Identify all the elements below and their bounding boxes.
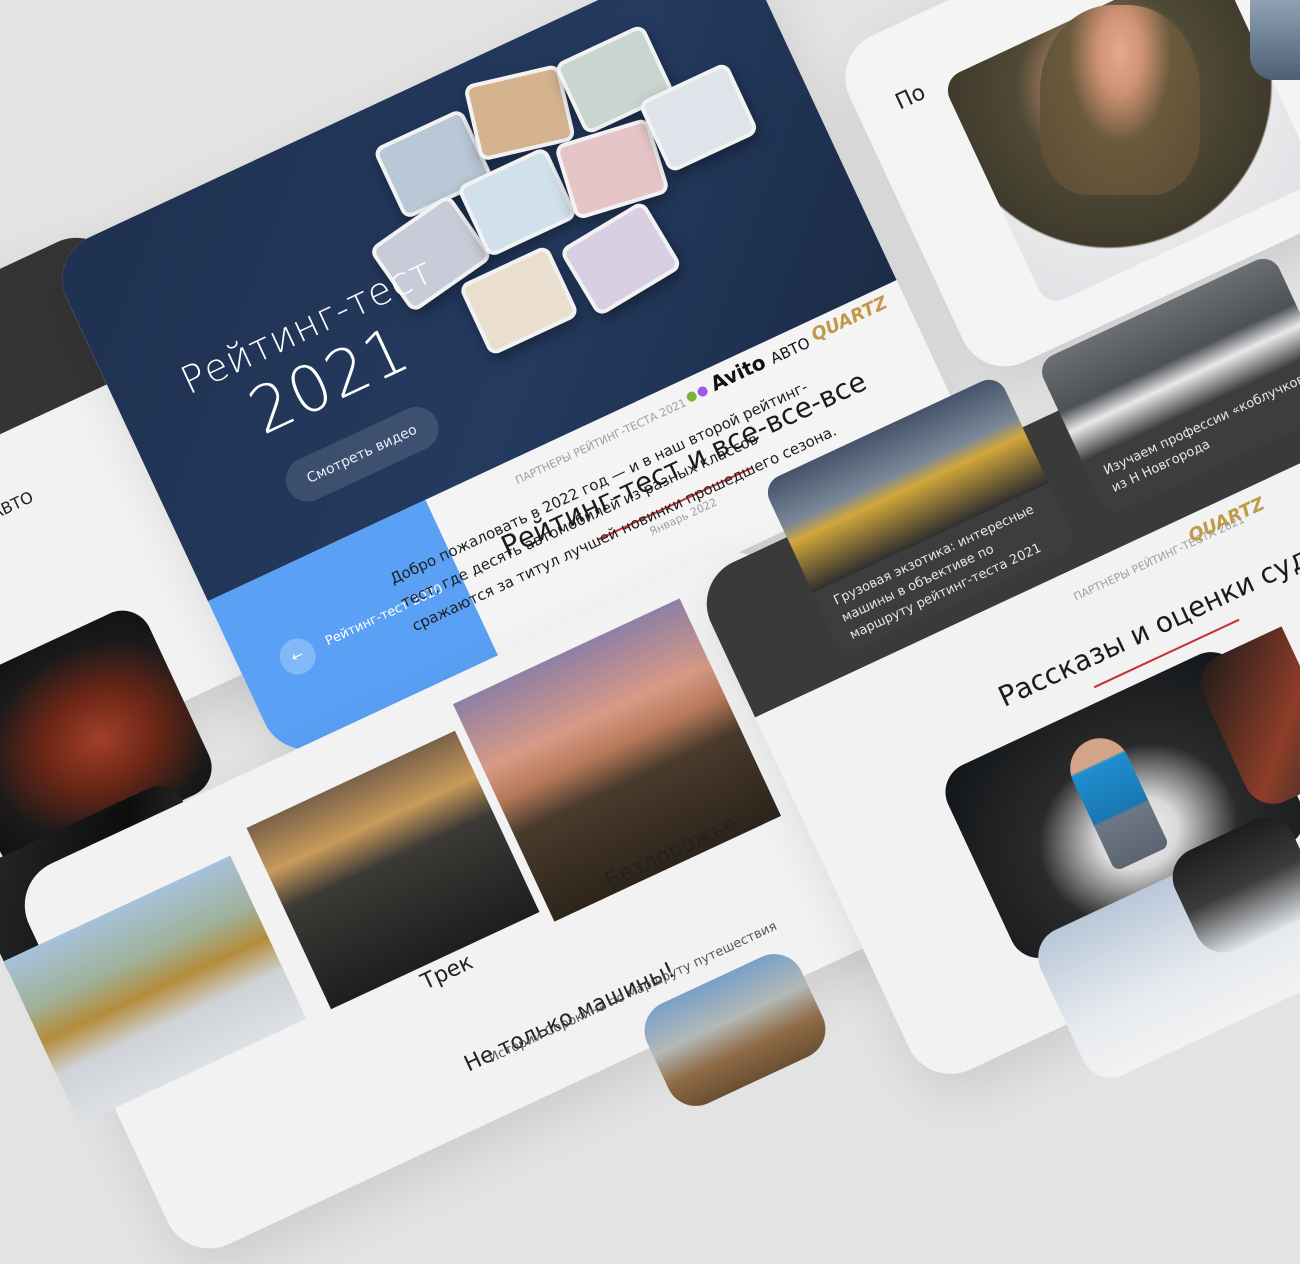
- avito-dot2-icon: [695, 384, 710, 399]
- back-arrow-button[interactable]: ←: [273, 632, 322, 681]
- left-partner-text: АВТО: [0, 487, 37, 524]
- arrow-left-icon: ←: [288, 646, 307, 667]
- portrait-person: [1040, 5, 1200, 195]
- fragment-text: По: [891, 79, 930, 116]
- water-photo-corner: [1250, 0, 1300, 80]
